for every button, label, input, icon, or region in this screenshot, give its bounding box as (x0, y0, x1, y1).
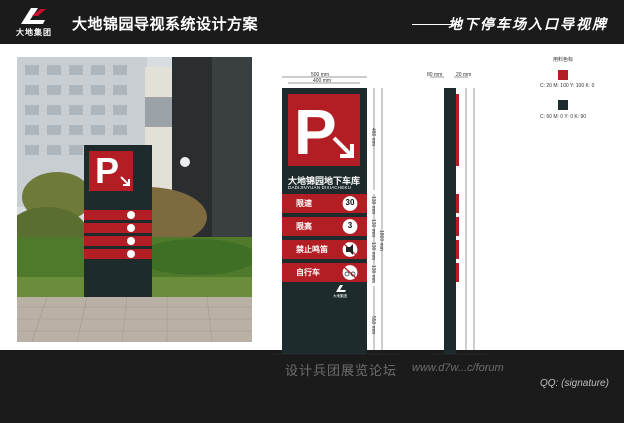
watermark-url: www.d7w...c/forum (412, 362, 504, 374)
dim-width-inner: 400 mm (313, 78, 332, 84)
dim-total: 1800 mm (378, 230, 384, 251)
legend-red-cmyk: C: 20 M: 100 Y: 100 K: 0 (540, 83, 595, 89)
logo-mark-icon (21, 8, 46, 24)
front-view-drawing: P (270, 76, 400, 355)
dim-p-height: 480 mm (370, 128, 376, 147)
page-title: 大地锦园导视系统设计方案 (72, 16, 259, 33)
row-label-bicycle: 自行车 (296, 268, 320, 277)
header-bar: 大地集团 大地锦园导视系统设计方案 地下停车场入口导视牌 (0, 0, 624, 44)
logo-text: 大地集团 (16, 28, 52, 37)
row-badge-height: 3 (347, 221, 353, 230)
dim-bottom: 550 mm (370, 316, 376, 335)
legend-title: 用料色标 (553, 57, 574, 63)
small-logo-text: 大地集团 (333, 294, 347, 298)
row-label-speed: 限速 (296, 199, 312, 208)
author-signature: QQ: (signature) (540, 378, 609, 389)
dim-side-w2: 20 mm (456, 72, 472, 78)
site-photo: P (17, 57, 252, 342)
sign-name-pinyin: DADIJINYUAN DIXIACHEKU (288, 185, 352, 190)
page-subtitle: 地下停车场入口导视牌 (448, 16, 608, 32)
legend-dark-cmyk: C: 60 M: 0 Y: 0 K: 90 (540, 114, 587, 120)
dim-side-w1: 80 mm (427, 72, 443, 78)
row-badge-speed: 30 (345, 198, 355, 207)
legend-dark-swatch (558, 100, 568, 110)
watermark-forum-name: 设计兵团展览论坛 (285, 363, 398, 378)
row-label-height: 限高 (296, 222, 312, 231)
dim-row-4: 130 mm (370, 265, 376, 284)
dim-row-1: 130 mm (370, 196, 376, 215)
company-logo: 大地集团 (8, 6, 60, 38)
side-view-drawing (430, 76, 490, 355)
dim-row-3: 130 mm (370, 242, 376, 261)
parking-p-icon: P (294, 96, 337, 168)
legend-red-swatch (558, 70, 568, 80)
row-label-no-horn: 禁止鸣笛 (296, 245, 328, 254)
dim-row-2: 130 mm (370, 219, 376, 238)
photo-scene: P (17, 57, 252, 342)
svg-text:P: P (95, 150, 119, 191)
side-body (444, 88, 456, 354)
